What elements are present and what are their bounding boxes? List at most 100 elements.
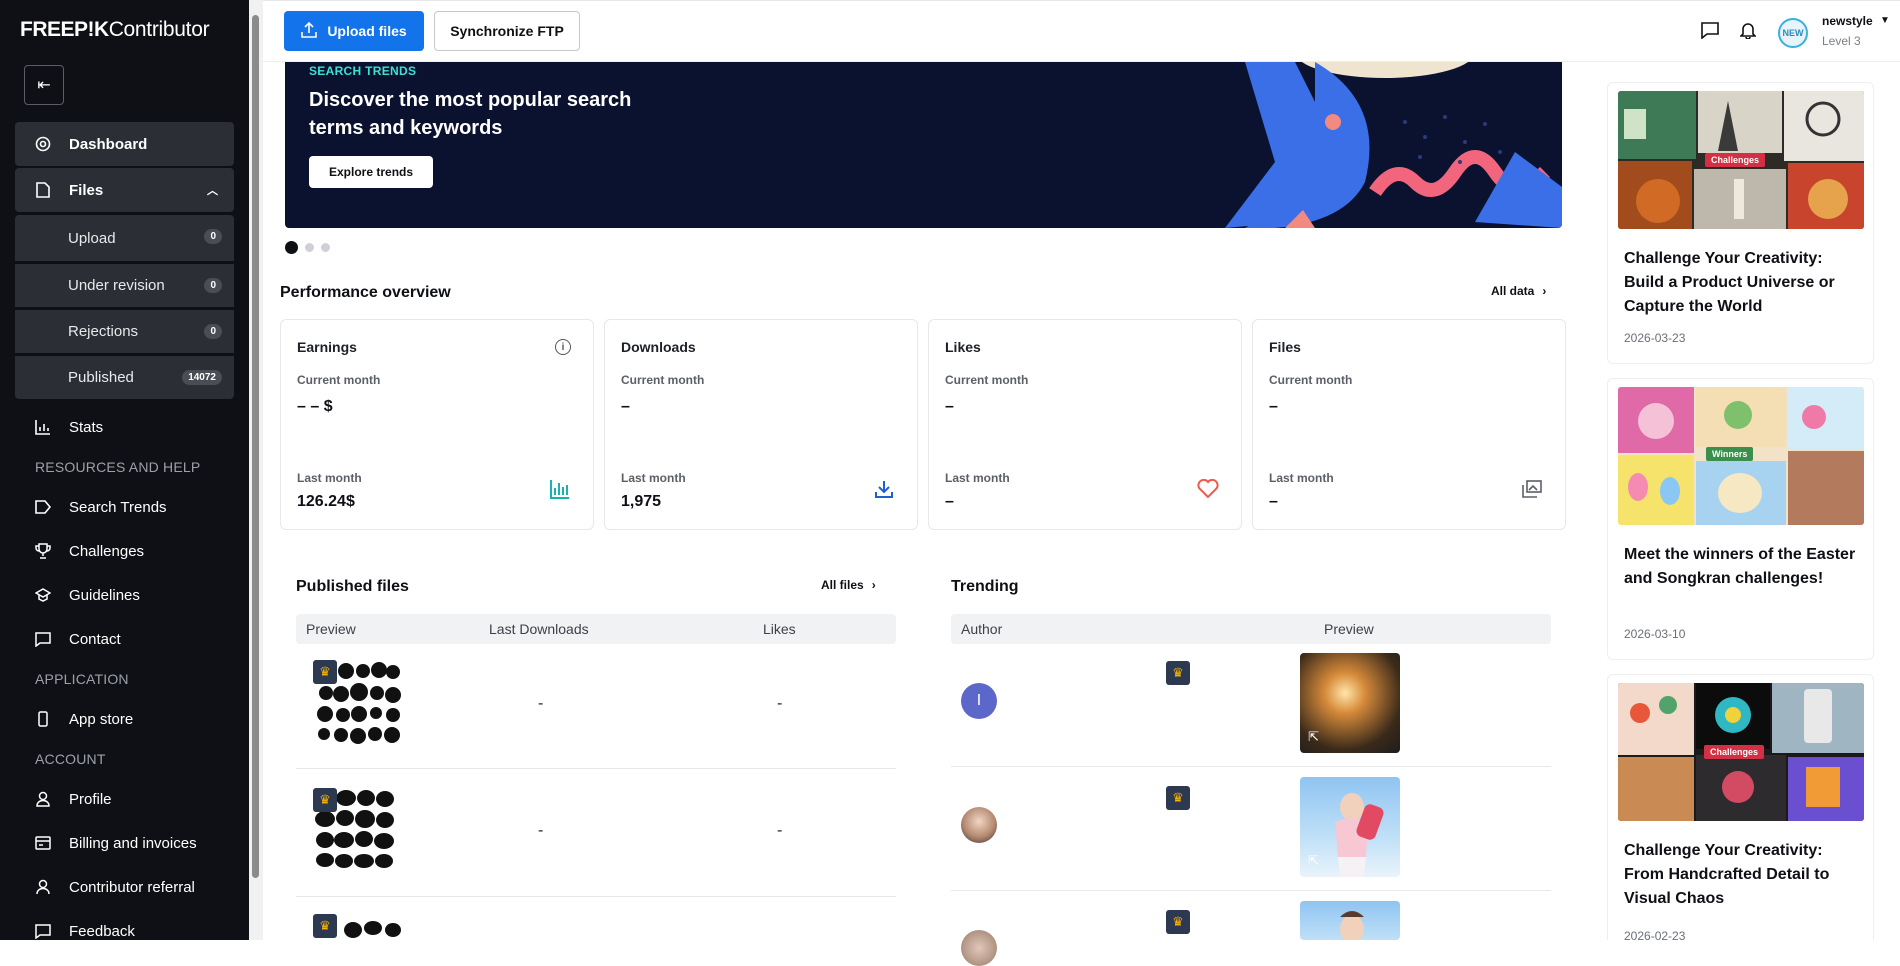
file-preview-thumbnail[interactable]: ♛ (311, 912, 403, 940)
collapse-sidebar-button[interactable]: ⇤ (24, 65, 64, 105)
published-table-header: Preview Last Downloads Likes (296, 614, 896, 644)
news-title[interactable]: Challenge Your Creativity: From Handcraf… (1624, 839, 1859, 911)
messages-icon[interactable] (1700, 20, 1720, 40)
news-image[interactable]: Challenges (1618, 91, 1864, 229)
sidebar-item-under-revision[interactable]: Under revision 0 (15, 261, 234, 307)
banner-title: Discover the most popular search terms a… (309, 89, 632, 139)
author-avatar[interactable]: I (961, 683, 997, 719)
card-name: Likes (945, 339, 981, 355)
sidebar-item-dashboard[interactable]: Dashboard (15, 122, 234, 166)
all-files-link[interactable]: All files › (821, 578, 876, 592)
last-month-label: Last month (1269, 471, 1334, 485)
sidebar-item-challenges[interactable]: Challenges (15, 529, 234, 573)
likes-value: - (777, 695, 783, 712)
upload-icon (301, 21, 318, 41)
synchronize-ftp-button[interactable]: Synchronize FTP (434, 11, 580, 51)
author-avatar[interactable] (961, 930, 997, 966)
sidebar-nav: Dashboard Files ︿ Upload 0 Under revisio… (15, 122, 234, 940)
graduation-cap-icon (35, 587, 51, 603)
sidebar-item-feedback[interactable]: Feedback (15, 909, 234, 940)
current-month-value: – – $ (297, 398, 333, 415)
count-badge: 0 (204, 278, 222, 293)
chevron-up-icon: ︿ (207, 185, 218, 197)
current-month-label: Current month (945, 373, 1029, 387)
news-date: 2026-02-23 (1624, 929, 1686, 940)
freepik-contributor-logo[interactable]: FREEP!KContributor (20, 18, 210, 42)
count-badge: 0 (204, 324, 222, 339)
trending-preview[interactable]: ⇱ (1300, 777, 1400, 877)
sidebar-item-label: Search Trends (69, 498, 167, 516)
caret-down-icon[interactable]: ▼ (1880, 15, 1890, 26)
files-card: Files Current month – Last month – (1252, 319, 1566, 530)
external-link-icon[interactable]: ⇱ (1308, 729, 1324, 745)
news-card[interactable]: Challenges Challenge Your Creativity: Fr… (1607, 674, 1874, 940)
trending-preview[interactable] (1300, 901, 1400, 940)
sidebar-item-label: Published (68, 369, 134, 386)
section-account-label: ACCOUNT (35, 751, 106, 767)
last-month-label: Last month (945, 471, 1010, 485)
row-divider (951, 890, 1551, 891)
sidebar-item-label: Under revision (68, 277, 165, 294)
news-image[interactable]: Winners (1618, 387, 1864, 525)
file-preview-thumbnail[interactable]: ♛ (311, 786, 403, 870)
published-files-title: Published files (296, 578, 409, 595)
trophy-icon (35, 543, 51, 559)
card-name: Earnings (297, 339, 357, 355)
external-link-icon[interactable]: ⇱ (1308, 853, 1324, 869)
images-icon (1521, 478, 1543, 500)
sidebar-item-rejections[interactable]: Rejections 0 (15, 307, 234, 353)
trending-table-header: Author Preview (951, 614, 1551, 644)
dashboard-icon (35, 136, 51, 152)
sidebar-item-stats[interactable]: Stats (15, 405, 234, 449)
bell-icon[interactable] (1738, 20, 1758, 40)
username[interactable]: newstyle (1822, 14, 1873, 28)
news-image[interactable]: Challenges (1618, 683, 1864, 821)
column-header: Preview (1324, 621, 1374, 637)
last-month-label: Last month (297, 471, 362, 485)
info-icon[interactable]: i (555, 339, 571, 355)
row-divider (296, 768, 896, 769)
sidebar-item-referral[interactable]: Contributor referral (15, 865, 234, 909)
trending-preview[interactable]: ⇱ (1300, 653, 1400, 753)
carousel-dot[interactable] (321, 243, 330, 252)
news-card[interactable]: Winners Meet the winners of the Easter a… (1607, 378, 1874, 660)
sidebar-item-upload[interactable]: Upload 0 (15, 215, 234, 261)
sidebar-item-label: Guidelines (69, 586, 140, 604)
user-avatar[interactable]: NEW (1778, 18, 1808, 48)
section-application-label: APPLICATION (35, 671, 129, 687)
premium-crown-icon: ♛ (313, 660, 337, 684)
explore-trends-button[interactable]: Explore trends (309, 156, 434, 188)
sidebar-item-search-trends[interactable]: Search Trends (15, 485, 234, 529)
news-card[interactable]: Challenges Challenge Your Creativity: Bu… (1607, 82, 1874, 364)
news-title[interactable]: Challenge Your Creativity: Build a Produ… (1624, 247, 1859, 319)
sidebar-item-label: Dashboard (69, 135, 148, 153)
sidebar-item-published[interactable]: Published 14072 (15, 353, 234, 399)
column-header: Author (961, 621, 1003, 637)
sidebar-item-guidelines[interactable]: Guidelines (15, 573, 234, 617)
carousel-dot[interactable] (285, 241, 298, 254)
news-title[interactable]: Meet the winners of the Easter and Songk… (1624, 543, 1859, 591)
sidebar-item-billing[interactable]: Billing and invoices (15, 821, 234, 865)
sidebar-scrollbar-thumb[interactable] (252, 15, 259, 878)
stats-icon (35, 419, 51, 435)
current-month-value: – (945, 398, 954, 415)
all-data-link[interactable]: All data › (1491, 284, 1546, 298)
count-badge: 0 (204, 229, 222, 244)
current-month-value: – (621, 398, 630, 415)
row-divider (951, 766, 1551, 767)
author-avatar[interactable] (961, 807, 997, 843)
sidebar-item-files[interactable]: Files ︿ (15, 168, 234, 212)
file-preview-thumbnail[interactable]: ♛ (311, 658, 403, 748)
sidebar-item-contact[interactable]: Contact (15, 617, 234, 661)
upload-files-button[interactable]: Upload files (284, 11, 424, 51)
performance-overview-title: Performance overview (280, 284, 451, 301)
sidebar-item-app-store[interactable]: App store (15, 697, 234, 741)
section-resources-label: RESOURCES AND HELP (35, 459, 201, 475)
card-name: Files (1269, 339, 1301, 355)
carousel-dot[interactable] (305, 243, 314, 252)
file-icon (35, 182, 51, 198)
sidebar-item-label: Files (69, 181, 104, 199)
bar-chart-icon (549, 478, 571, 500)
chevron-right-icon: › (871, 578, 876, 592)
sidebar-item-profile[interactable]: Profile (15, 777, 234, 821)
